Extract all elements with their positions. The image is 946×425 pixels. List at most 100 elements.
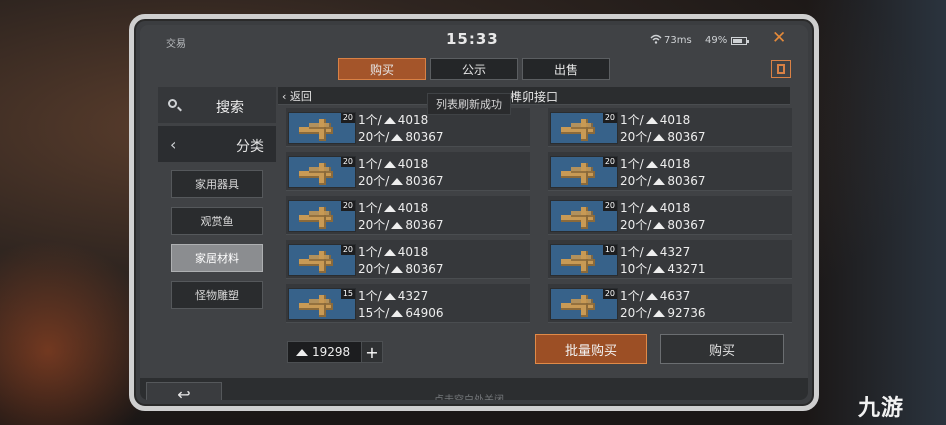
coin-icon [383, 249, 396, 256]
item-title: 榫卯接口 [510, 90, 559, 104]
total-price-line: 15个/64906 [358, 304, 444, 321]
total-price-line: 20个/80367 [620, 128, 706, 145]
return-button[interactable]: ↩ [146, 382, 222, 400]
total-label: 20个/ [620, 174, 652, 188]
sidebar-item-sculptures[interactable]: 怪物雕塑 [171, 281, 263, 309]
quantity-badge: 15 [340, 289, 355, 299]
total-price: 80367 [667, 130, 706, 144]
total-label: 20个/ [358, 218, 390, 232]
item-thumbnail: 20 [288, 156, 356, 188]
sidebar-item-materials[interactable]: 家居材料 [171, 244, 263, 272]
listing-card[interactable]: 20 1个/4637 20个/92736 [548, 284, 792, 323]
quantity-badge: 10 [602, 245, 617, 255]
category-label: 分类 [236, 139, 264, 155]
total-price: 80367 [667, 174, 706, 188]
listing-card[interactable]: 20 1个/4018 20个/80367 [548, 152, 792, 191]
total-price-line: 20个/80367 [358, 260, 444, 277]
top-tabs: 购买 公示 出售 [338, 58, 610, 80]
unit-price: 4327 [397, 289, 429, 303]
sidebar-category[interactable]: ‹ 分类 [158, 126, 276, 162]
quantity-badge: 20 [602, 289, 617, 299]
content-header: ‹ 返回 榫卯接口 [278, 87, 790, 105]
unit-label: 1个/ [620, 201, 644, 215]
tab-sell[interactable]: 出售 [522, 58, 610, 80]
bulk-buy-button[interactable]: 批量购买 [535, 334, 647, 364]
total-price-line: 20个/92736 [620, 304, 706, 321]
total-label: 20个/ [358, 130, 390, 144]
listing-card[interactable]: 20 1个/4018 20个/80367 [286, 240, 530, 279]
item-thumbnail: 20 [550, 288, 618, 320]
listing-card[interactable]: 20 1个/4018 20个/80367 [286, 152, 530, 191]
total-label: 15个/ [358, 306, 390, 320]
unit-price-line: 1个/4018 [358, 111, 428, 128]
total-price: 80367 [405, 174, 444, 188]
coin-icon [391, 266, 404, 273]
unit-price: 4018 [397, 113, 429, 127]
battery-percent: 49% [705, 35, 728, 46]
unit-price-line: 1个/4018 [358, 155, 428, 172]
listing-card[interactable]: 20 1个/4018 20个/80367 [286, 196, 530, 235]
total-label: 20个/ [620, 306, 652, 320]
listing-card[interactable]: 20 1个/4018 20个/80367 [548, 108, 792, 147]
search-icon [168, 99, 177, 108]
add-currency-button[interactable]: + [361, 342, 382, 362]
unit-price: 4018 [397, 245, 429, 259]
wifi-icon [650, 34, 662, 44]
listing-card[interactable]: 20 1个/4018 20个/80367 [548, 196, 792, 235]
unit-price: 4018 [659, 157, 691, 171]
total-price: 92736 [667, 306, 706, 320]
clock: 15:33 [446, 30, 499, 48]
listing-card[interactable]: 10 1个/4327 10个/43271 [548, 240, 792, 279]
back-button[interactable]: ‹ 返回 [282, 88, 312, 104]
close-icon[interactable]: ✕ [772, 30, 786, 47]
ping-text: 73ms [664, 35, 692, 46]
close-hint: 点击空白处关闭 [434, 391, 504, 400]
listing-card[interactable]: 15 1个/4327 15个/64906 [286, 284, 530, 323]
coin-icon [391, 310, 404, 317]
buy-button[interactable]: 购买 [660, 334, 784, 364]
status-bar: 交易 15:33 73ms 49% ✕ [140, 25, 808, 53]
item-thumbnail: 15 [288, 288, 356, 320]
coin-icon [296, 349, 308, 356]
sidebar-item-fish[interactable]: 观赏鱼 [171, 207, 263, 235]
chevron-left-icon: ‹ [170, 135, 177, 154]
coin-icon [391, 134, 404, 141]
total-price: 80367 [405, 262, 444, 276]
return-icon: ↩ [177, 384, 191, 401]
unit-label: 1个/ [358, 201, 382, 215]
coin-icon [383, 205, 396, 212]
coin-icon [653, 222, 666, 229]
coin-icon [653, 178, 666, 185]
total-price: 80367 [667, 218, 706, 232]
coin-icon [391, 222, 404, 229]
quantity-badge: 20 [602, 113, 617, 123]
total-label: 20个/ [358, 262, 390, 276]
total-price-line: 20个/80367 [358, 128, 444, 145]
unit-price: 4327 [659, 245, 691, 259]
unit-price-line: 1个/4018 [620, 199, 690, 216]
coin-icon [383, 117, 396, 124]
unit-label: 1个/ [620, 289, 644, 303]
item-thumbnail: 20 [550, 156, 618, 188]
app-name: 交易 [166, 39, 186, 50]
quantity-badge: 20 [602, 157, 617, 167]
coin-icon [653, 134, 666, 141]
quantity-badge: 20 [340, 113, 355, 123]
tab-publicity[interactable]: 公示 [430, 58, 518, 80]
tab-buy[interactable]: 购买 [338, 58, 426, 80]
unit-price-line: 1个/4018 [620, 155, 690, 172]
clipboard-button[interactable] [771, 60, 791, 78]
total-price-line: 10个/43271 [620, 260, 706, 277]
sidebar-item-household[interactable]: 家用器具 [171, 170, 263, 198]
unit-label: 1个/ [358, 113, 382, 127]
total-price-line: 20个/80367 [358, 216, 444, 233]
toast-message: 列表刷新成功 [427, 93, 511, 115]
total-price-line: 20个/80367 [620, 216, 706, 233]
sidebar-search[interactable]: 搜索 [158, 87, 276, 123]
unit-price-line: 1个/4018 [620, 111, 690, 128]
unit-price: 4637 [659, 289, 691, 303]
total-label: 10个/ [620, 262, 652, 276]
item-thumbnail: 20 [550, 200, 618, 232]
item-thumbnail: 20 [550, 112, 618, 144]
trade-screen: 交易 15:33 73ms 49% ✕ 购买 公示 出售 搜索 ‹ 分类 家用器… [140, 25, 808, 400]
